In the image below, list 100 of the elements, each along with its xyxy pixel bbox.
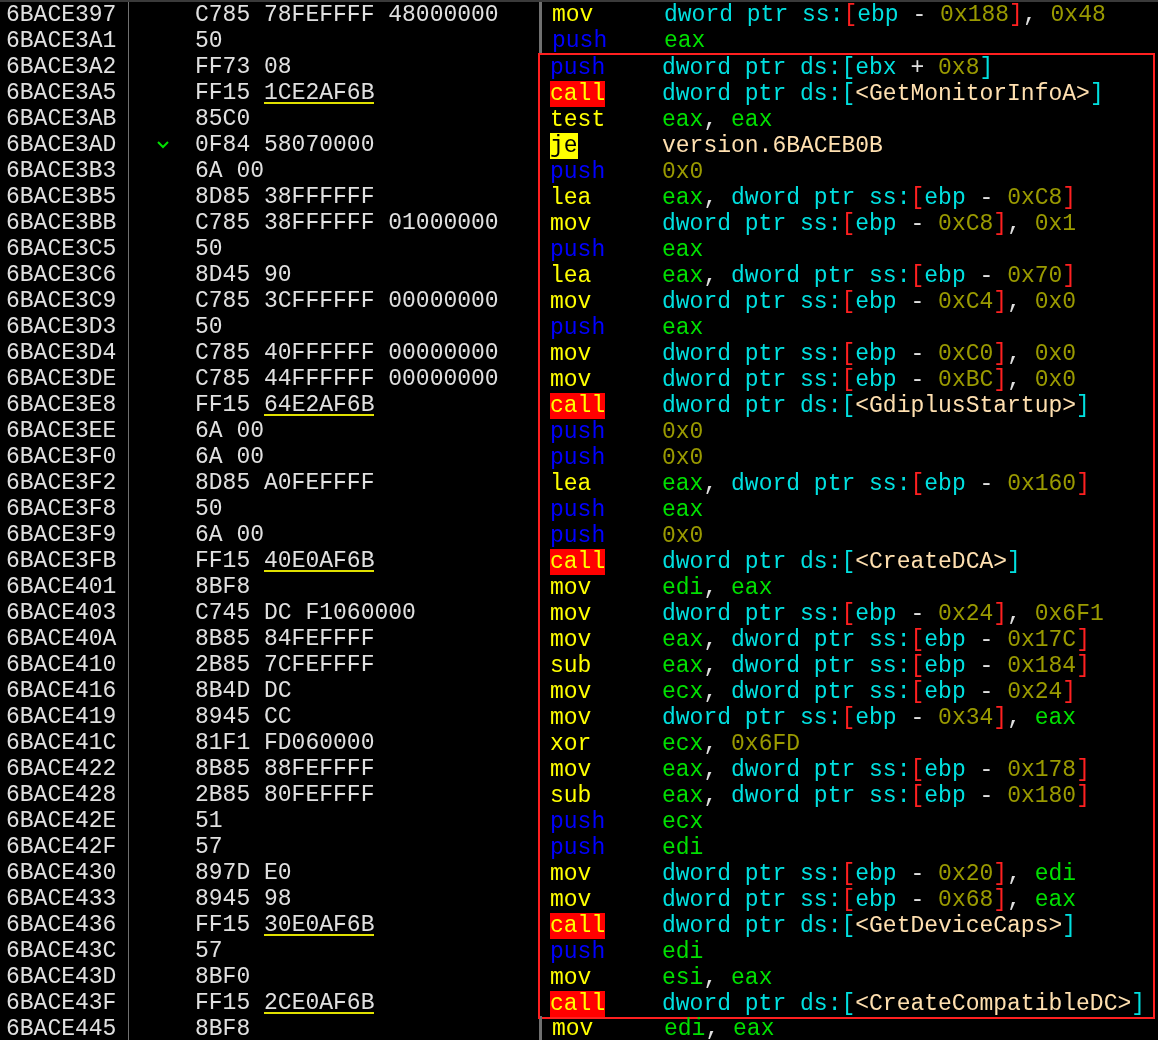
bytes-text: 51 <box>195 808 223 834</box>
operand-text: dword ptr ds:[<GdiplusStartup>] <box>662 393 1090 419</box>
bytes-text: 8D45 90 <box>195 262 292 288</box>
bytes-text: 8945 CC <box>195 704 292 730</box>
address-link[interactable]: 30E0AF6B <box>264 912 375 936</box>
bytes-text: C785 38FFFFFF 01000000 <box>195 210 499 236</box>
address-link[interactable]: 1CE2AF6B <box>264 80 375 104</box>
operand-text: dword ptr ss:[ebp - 0xBC], 0x0 <box>662 367 1077 393</box>
address-text: 6BACE41C <box>6 730 117 756</box>
mnemonic-text: lea <box>550 263 592 289</box>
operand-text: eax, dword ptr ss:[ebp - 0x184] <box>662 653 1090 679</box>
mnemonic-text: mov <box>550 627 592 653</box>
address-text: 6BACE428 <box>6 782 117 808</box>
operand-text: dword ptr ss:[ebp - 0x68], eax <box>662 887 1077 913</box>
operand-text: eax <box>662 497 704 523</box>
address-text: 6BACE397 <box>6 2 117 28</box>
operand-text: 0x0 <box>662 523 704 549</box>
operand-text: dword ptr ss:[ebp - 0xC4], 0x0 <box>662 289 1077 315</box>
mnemonic-text: mov <box>550 601 592 627</box>
operand-text: eax, eax <box>662 107 773 133</box>
mnemonic-text: je <box>550 133 578 159</box>
mnemonic-text: mov <box>550 575 592 601</box>
bytes-text: 81F1 FD060000 <box>195 730 375 756</box>
mnemonic-text: mov <box>550 965 592 991</box>
mnemonic-text: mov <box>552 2 594 28</box>
operand-text: eax <box>662 237 704 263</box>
address-link[interactable]: 40E0AF6B <box>264 548 375 572</box>
operand-text: dword ptr ss:[ebp - 0x188], 0x48 <box>664 2 1106 28</box>
bytes-text: 8B4D DC <box>195 678 292 704</box>
mnemonic-text: mov <box>550 679 592 705</box>
operand-text: eax <box>662 315 704 341</box>
mnemonic-text: mov <box>550 861 592 887</box>
mnemonic-text: push <box>550 445 606 471</box>
operand-text: edi, eax <box>662 575 773 601</box>
address-text: 6BACE3B3 <box>6 158 117 184</box>
operand-text: dword ptr ds:[<GetMonitorInfoA>] <box>662 81 1104 107</box>
mnemonic-text: push <box>550 237 606 263</box>
address-link[interactable]: 2CE0AF6B <box>264 990 375 1014</box>
address-text: 6BACE3F9 <box>6 522 117 548</box>
mnemonic-text: push <box>550 523 606 549</box>
mnemonic-text: push <box>550 315 606 341</box>
bytes-text: 2B85 7CFEFFFF <box>195 652 375 678</box>
operand-text: eax, dword ptr ss:[ebp - 0xC8] <box>662 185 1077 211</box>
bytes-text: 8B85 88FEFFFF <box>195 756 375 782</box>
operand-text: edi <box>662 835 704 861</box>
address-text: 6BACE3F0 <box>6 444 117 470</box>
address-text: 6BACE3A1 <box>6 28 117 54</box>
bytes-text: 50 <box>195 236 223 262</box>
address-text: 6BACE410 <box>6 652 117 678</box>
operand-text: dword ptr ss:[ebp - 0xC0], 0x0 <box>662 341 1077 367</box>
operand-text: ecx, dword ptr ss:[ebp - 0x24] <box>662 679 1077 705</box>
bytes-text: 6A 00 <box>195 522 264 548</box>
mnemonic-text: xor <box>550 731 592 757</box>
bytes-text: C785 3CFFFFFF 00000000 <box>195 288 499 314</box>
bytes-text: 50 <box>195 28 223 54</box>
address-text: 6BACE42E <box>6 808 117 834</box>
address-link[interactable]: 64E2AF6B <box>264 392 375 416</box>
bytes-text: 8945 98 <box>195 886 292 912</box>
mnemonic-text: mov <box>552 1016 594 1040</box>
bytes-text: 8D85 38FFFFFF <box>195 184 375 210</box>
mnemonic-text: mov <box>550 341 592 367</box>
address-text: 6BACE3E8 <box>6 392 117 418</box>
operand-text: 0x0 <box>662 159 704 185</box>
bytes-text: 8BF0 <box>195 964 251 990</box>
bytes-text: 85C0 <box>195 106 251 132</box>
operand-text: dword ptr ss:[ebp - 0x24], 0x6F1 <box>662 601 1104 627</box>
address-text: 6BACE416 <box>6 678 117 704</box>
operand-text: dword ptr ss:[ebp - 0x20], edi <box>662 861 1077 887</box>
address-text: 6BACE436 <box>6 912 117 938</box>
operand-text: edi, eax <box>664 1016 775 1040</box>
mnemonic-text: sub <box>550 783 592 809</box>
mnemonic-text: push <box>550 55 606 81</box>
bytes-text: C785 40FFFFFF 00000000 <box>195 340 499 366</box>
mnemonic-text: mov <box>550 757 592 783</box>
mnemonic-text: mov <box>550 289 592 315</box>
bytes-text: 8B85 84FEFFFF <box>195 626 375 652</box>
mnemonic-text: push <box>550 159 606 185</box>
bytes-text: 6A 00 <box>195 158 264 184</box>
mnemonic-text: push <box>550 497 606 523</box>
address-text: 6BACE3AD <box>6 132 117 158</box>
bytes-text: 50 <box>195 496 223 522</box>
address-text: 6BACE40A <box>6 626 117 652</box>
operand-text: eax, dword ptr ss:[ebp - 0x180] <box>662 783 1090 809</box>
operand-text: 0x0 <box>662 445 704 471</box>
bytes-text: 8BF8 <box>195 574 251 600</box>
address-text: 6BACE3C5 <box>6 236 117 262</box>
address-text: 6BACE403 <box>6 600 117 626</box>
address-text: 6BACE3FB <box>6 548 117 574</box>
address-text: 6BACE3F2 <box>6 470 117 496</box>
address-text: 6BACE3C6 <box>6 262 117 288</box>
address-text: 6BACE3A2 <box>6 54 117 80</box>
mnemonic-text: call <box>550 81 606 107</box>
bytes-text: 897D E0 <box>195 860 292 886</box>
address-text: 6BACE42F <box>6 834 117 860</box>
address-text: 6BACE3C9 <box>6 288 117 314</box>
address-text: 6BACE3EE <box>6 418 117 444</box>
mnemonic-text: lea <box>550 471 592 497</box>
bytes-text: C785 44FFFFFF 00000000 <box>195 366 499 392</box>
address-text: 6BACE422 <box>6 756 117 782</box>
mnemonic-text: call <box>550 913 606 939</box>
